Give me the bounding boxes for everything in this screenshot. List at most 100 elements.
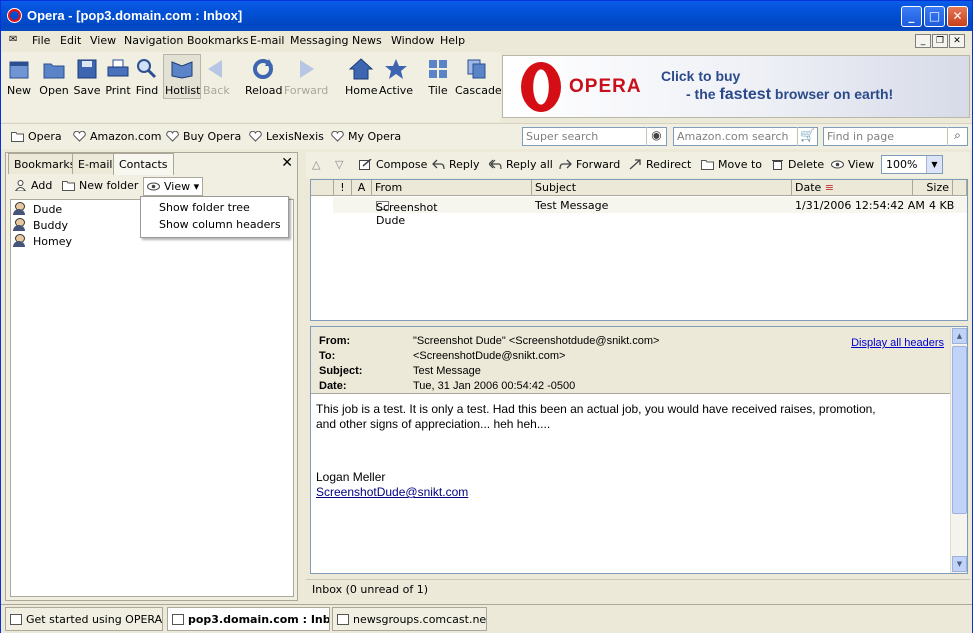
cart-icon[interactable]: 🛒: [797, 127, 817, 146]
reply-all-arrow-icon: [488, 159, 502, 170]
header-subject-value: Test Message: [413, 365, 481, 377]
contact-item[interactable]: Buddy: [13, 218, 68, 232]
menu-messaging[interactable]: Messaging: [290, 34, 348, 47]
reload-button[interactable]: Reload: [245, 56, 282, 100]
reply-all-button[interactable]: Reply all: [488, 158, 553, 171]
header-from-value: "Screenshot Dude" <Screenshotdude@snikt.…: [413, 335, 660, 347]
reply-arrow-icon: [432, 159, 445, 170]
tile-icon: [426, 58, 450, 80]
column-header-from[interactable]: From: [372, 180, 532, 196]
back-button[interactable]: Back: [203, 56, 230, 100]
menu-navigation[interactable]: Navigation: [124, 34, 183, 47]
tab-email[interactable]: E-mail: [72, 153, 119, 174]
menu-window[interactable]: Window: [391, 34, 434, 47]
chevron-down-icon[interactable]: ▼: [926, 156, 942, 173]
super-search-icon[interactable]: ◉: [646, 127, 666, 146]
redirect-button[interactable]: Redirect: [629, 158, 691, 171]
star-icon: [384, 58, 408, 80]
menu-show-folder-tree[interactable]: Show folder tree: [159, 201, 250, 214]
bookmark-amazon[interactable]: Amazon.com: [73, 130, 161, 143]
preview-scrollbar[interactable]: ▲ ▼: [950, 327, 967, 573]
next-arrow-icon[interactable]: ▽: [335, 158, 343, 171]
page-tab-newsgroups[interactable]: newsgroups.comcast.net: [332, 607, 487, 631]
close-button[interactable]: ✕: [947, 6, 968, 27]
delete-button[interactable]: Delete: [771, 158, 824, 171]
table-row[interactable]: Screenshot Dude Test Message 1/31/2006 1…: [333, 197, 967, 227]
tab-bookmarks[interactable]: Bookmarks: [8, 153, 82, 174]
column-header-status[interactable]: [311, 180, 334, 196]
menu-file[interactable]: File: [32, 34, 50, 47]
scroll-down-icon[interactable]: ▼: [952, 556, 967, 572]
column-header-attachment[interactable]: A: [352, 180, 372, 196]
column-header-size[interactable]: Size: [913, 180, 953, 196]
forward-mail-button[interactable]: Forward: [559, 158, 620, 171]
find-button[interactable]: Find: [135, 56, 159, 100]
column-header-date[interactable]: Date ≡: [792, 180, 913, 196]
reply-button[interactable]: Reply: [432, 158, 479, 171]
contact-item[interactable]: Dude: [13, 202, 62, 216]
page-tab-bar: Get started using OPERA pop3.domain.com …: [1, 604, 972, 633]
bookmark-opera[interactable]: Opera: [11, 130, 62, 143]
newsgroup-icon: [337, 614, 349, 625]
page-tab-get-started[interactable]: Get started using OPERA: [5, 607, 163, 631]
display-all-headers-link[interactable]: Display all headers: [851, 337, 944, 349]
panel-close-icon[interactable]: ✕: [281, 155, 293, 171]
previous-arrow-icon[interactable]: △: [312, 158, 320, 171]
new-button[interactable]: New: [5, 56, 33, 100]
minimize-button[interactable]: _: [901, 6, 922, 27]
title-bar[interactable]: Opera - [pop3.domain.com : Inbox] _ □ ✕: [1, 1, 972, 31]
menu-email[interactable]: E-mail: [250, 34, 285, 47]
compose-button[interactable]: Compose: [359, 158, 427, 171]
email-link[interactable]: ScreenshotDude@snikt.com: [316, 485, 468, 499]
find-magnifier-icon[interactable]: ⌕: [947, 127, 967, 146]
message-body: This job is a test. It is only a test. H…: [316, 402, 946, 500]
magnifier-icon: [135, 58, 159, 80]
new-folder-button[interactable]: New folder: [62, 179, 138, 192]
mail-icon[interactable]: ✉: [9, 34, 17, 45]
hotlist-icon: [170, 58, 194, 80]
column-header-subject[interactable]: Subject: [532, 180, 792, 196]
menu-show-column-headers[interactable]: Show column headers: [159, 218, 281, 231]
zoom-select[interactable]: 100% ▼: [881, 155, 943, 174]
hotlist-button[interactable]: Hotlist: [165, 56, 200, 100]
mdi-restore-button[interactable]: ❐: [932, 34, 948, 48]
menu-help[interactable]: Help: [440, 34, 465, 47]
open-button[interactable]: Open: [38, 56, 70, 100]
new-page-icon: [7, 58, 31, 80]
menu-bookmarks[interactable]: Bookmarks: [187, 34, 248, 47]
scroll-thumb[interactable]: [952, 346, 967, 514]
maximize-button[interactable]: □: [924, 6, 945, 27]
opera-ad-banner[interactable]: OPERA Click to buy - the fastest browser…: [502, 55, 970, 118]
print-button[interactable]: Print: [105, 56, 131, 100]
cascade-button[interactable]: Cascade: [455, 56, 502, 100]
menu-edit[interactable]: Edit: [60, 34, 81, 47]
message-date: 1/31/2006 12:54:42 AM: [795, 199, 925, 212]
home-button[interactable]: Home: [345, 56, 377, 100]
column-header-spacer: [953, 180, 967, 196]
view-dropdown-menu: Show folder tree Show column headers: [140, 196, 289, 238]
tab-contacts[interactable]: Contacts: [113, 153, 174, 175]
tile-button[interactable]: Tile: [426, 56, 450, 100]
bookmark-lexisnexis[interactable]: LexisNexis: [249, 130, 324, 143]
menu-view[interactable]: View: [90, 34, 116, 47]
contact-item[interactable]: Homey: [13, 234, 72, 248]
move-to-button[interactable]: Move to: [701, 158, 762, 171]
message-preview: From: "Screenshot Dude" <Screenshotdude@…: [310, 326, 968, 574]
add-contact-button[interactable]: Add: [14, 179, 52, 192]
column-header-flag[interactable]: !: [334, 180, 352, 196]
active-button[interactable]: Active: [379, 56, 413, 100]
view-menu-button[interactable]: View ▾: [143, 177, 204, 196]
mdi-minimize-button[interactable]: _: [915, 34, 931, 48]
signature: Logan Meller: [316, 470, 386, 484]
forward-button[interactable]: Forward: [284, 56, 328, 100]
bookmark-my-opera[interactable]: My Opera: [331, 130, 401, 143]
save-button[interactable]: Save: [73, 56, 101, 100]
mdi-close-button[interactable]: ✕: [949, 34, 965, 48]
heart-icon: [249, 130, 262, 142]
view-button[interactable]: View: [831, 158, 874, 171]
page-tab-inbox[interactable]: pop3.domain.com : Inb...: [167, 607, 330, 631]
menu-news[interactable]: News: [352, 34, 382, 47]
bookmark-buy-opera[interactable]: Buy Opera: [166, 130, 241, 143]
scroll-up-icon[interactable]: ▲: [952, 328, 967, 344]
header-to-value: <ScreenshotDude@snikt.com>: [413, 350, 566, 362]
